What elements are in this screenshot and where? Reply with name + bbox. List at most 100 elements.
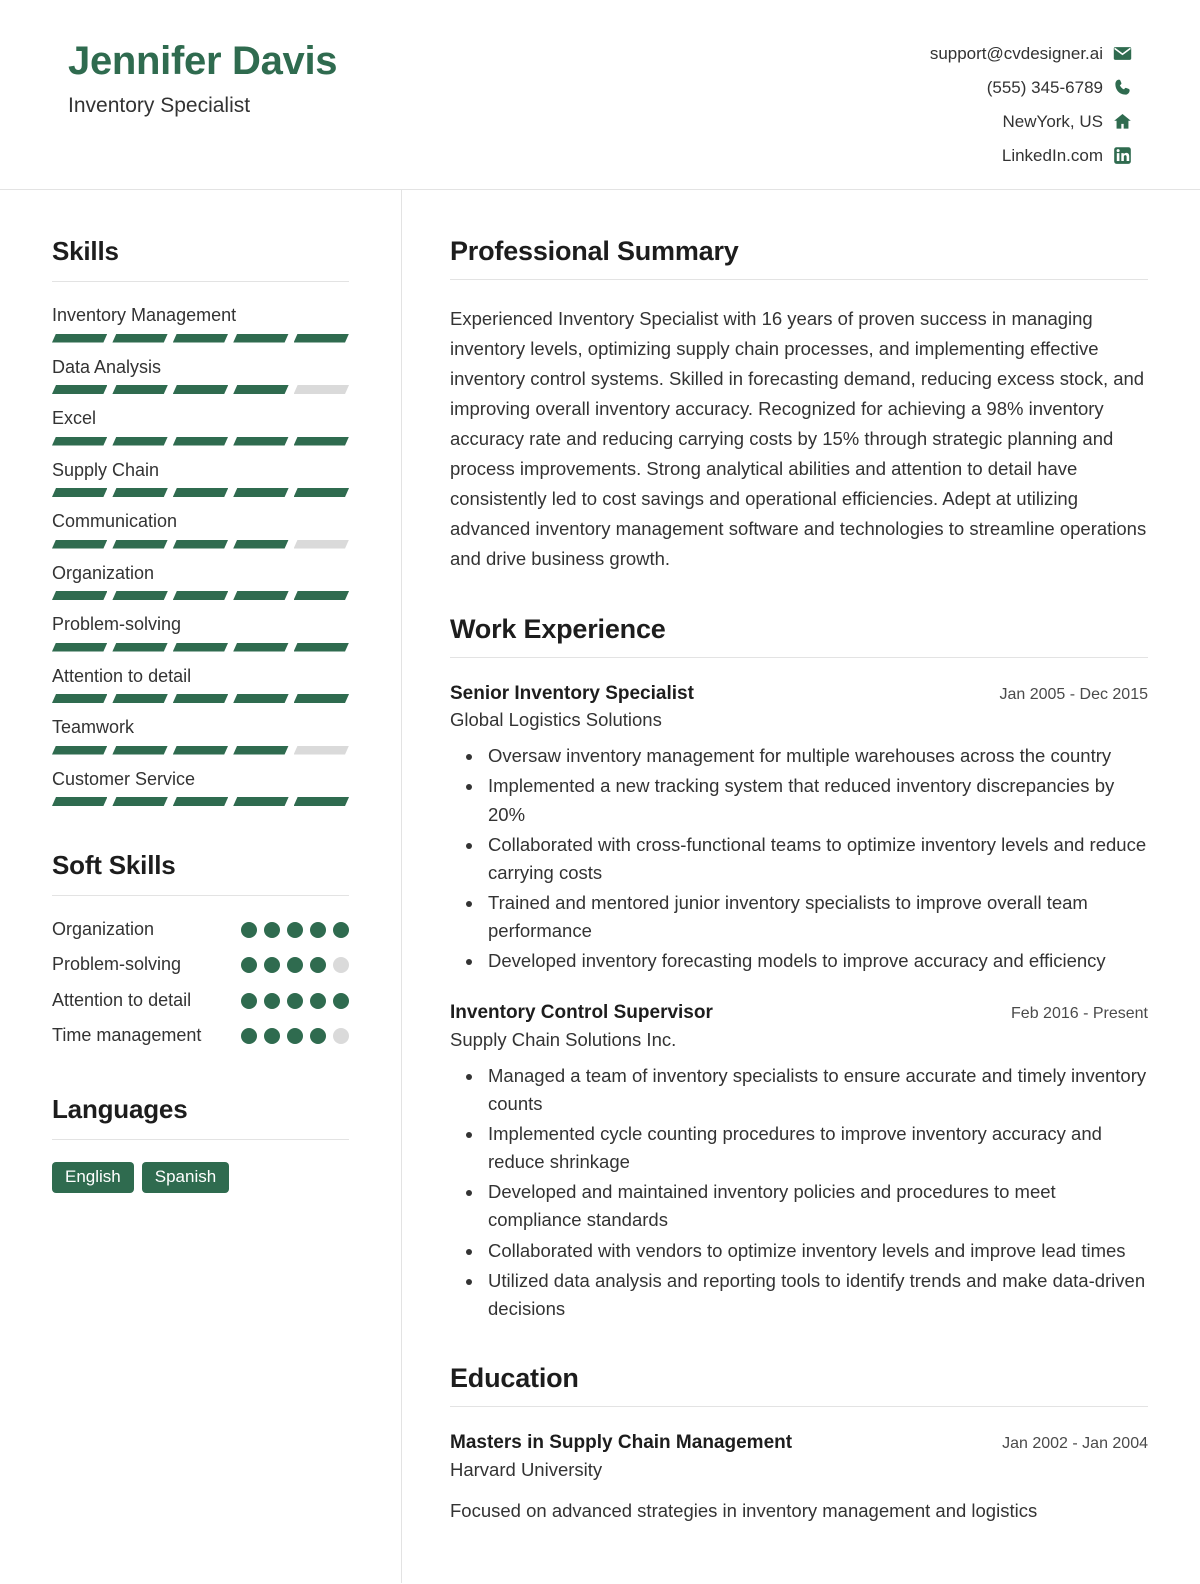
languages-divider [52, 1138, 349, 1140]
entry-organization: Global Logistics Solutions [450, 709, 662, 731]
main-content: Professional Summary Experienced Invento… [402, 190, 1200, 1583]
entry-bullet: Developed inventory forecasting models t… [484, 947, 1148, 975]
skills-list: Inventory Management Data Analysis Excel Su… [52, 304, 349, 806]
soft-skill-label: Organization [52, 919, 155, 939]
entry-date: Feb 2016 - Present [1011, 1005, 1148, 1023]
identity-block: Jennifer Davis Inventory Specialist [68, 38, 338, 118]
rating-dot [287, 992, 303, 1009]
skill-bar-segment [52, 746, 107, 755]
resume-page: Jennifer Davis Inventory Specialist supp… [0, 0, 1200, 1584]
contact-row[interactable]: support@cvdesigner.ai [930, 44, 1132, 63]
entry-bullet-list: Managed a team of inventory specialists … [450, 1062, 1148, 1323]
entry-bullet: Developed and maintained inventory polic… [484, 1178, 1148, 1234]
entry-description: Focused on advanced strategies in invent… [450, 1499, 1038, 1521]
skill-bar-segment [112, 385, 167, 394]
skill-item: Organization [52, 562, 349, 601]
contact-row[interactable]: NewYork, US [930, 112, 1132, 131]
soft-skills-divider [52, 895, 349, 896]
contact-list: support@cvdesigner.ai (555) 345-6789 NewYo… [930, 38, 1132, 165]
skill-item: Excel [52, 407, 349, 446]
contact-row[interactable]: LinkedIn.com [930, 146, 1132, 165]
language-pill: Spanish [141, 1161, 230, 1194]
skills-section: Skills Inventory Management Data Analysis… [52, 236, 349, 806]
skill-level-bar [52, 437, 349, 446]
skill-bar-segment [233, 334, 288, 343]
skill-bar-segment [52, 334, 107, 343]
skill-label: Problem-solving [52, 614, 182, 634]
skill-bar-segment [294, 694, 349, 703]
skill-bar-segment [294, 385, 349, 394]
skill-bar-segment [112, 334, 167, 343]
skill-item: Data Analysis [52, 356, 349, 395]
skill-bar-segment [112, 746, 167, 755]
rating-dot [241, 957, 257, 974]
skill-level-bar [52, 488, 349, 497]
skill-level-bar [52, 385, 349, 394]
candidate-role: Inventory Specialist [68, 94, 251, 117]
entry-bullet: Utilized data analysis and reporting too… [484, 1267, 1148, 1323]
soft-skill-label: Attention to detail [52, 989, 192, 1010]
soft-skill-item: Attention to detail [52, 989, 349, 1012]
skill-bar-segment [294, 797, 349, 806]
language-pill-list: English Spanish [52, 1161, 349, 1194]
skill-bar-segment [233, 591, 288, 600]
education-heading: Education [450, 1362, 579, 1393]
rating-dot [310, 957, 326, 974]
rating-dot [333, 992, 349, 1009]
skill-label: Inventory Management [52, 305, 237, 325]
skill-level-bar [52, 591, 349, 600]
skill-label: Organization [52, 562, 155, 583]
education-section: Education Masters in Supply Chain Manage… [450, 1363, 1148, 1524]
experience-entry: Inventory Control Supervisor Feb 2016 - P… [450, 1001, 1148, 1323]
rating-dot [264, 957, 280, 974]
candidate-name: Jennifer Davis [68, 39, 338, 83]
skill-bar-segment [294, 334, 349, 343]
skill-bar-segment [52, 591, 107, 600]
skill-bar-segment [233, 540, 288, 549]
skill-bar-segment [112, 694, 167, 703]
summary-section: Professional Summary Experienced Invento… [450, 236, 1148, 574]
sidebar: Skills Inventory Management Data Analysis… [0, 190, 402, 1583]
skill-bar-segment [233, 694, 288, 703]
entry-header: Inventory Control Supervisor Feb 2016 - P… [450, 1001, 1148, 1026]
languages-heading: Languages [52, 1093, 188, 1124]
linkedin-icon [1113, 146, 1132, 165]
summary-divider [450, 279, 1148, 280]
skill-bar-segment [294, 437, 349, 446]
experience-heading: Work Experience [450, 613, 666, 644]
skill-label: Customer Service [52, 768, 196, 789]
contact-value: (555) 345-6789 [986, 78, 1103, 97]
soft-skill-item: Organization [52, 918, 349, 941]
skill-bar-segment [173, 643, 228, 652]
contact-row[interactable]: (555) 345-6789 [930, 78, 1132, 97]
skill-bar-segment [173, 385, 228, 394]
skill-level-bar [52, 694, 349, 703]
rating-dot [264, 1028, 280, 1045]
skills-divider [52, 281, 349, 282]
contact-value: NewYork, US [1002, 112, 1103, 131]
entry-bullet: Implemented a new tracking system that r… [484, 772, 1148, 828]
language-pill: English [52, 1161, 134, 1194]
rating-dot [287, 1028, 303, 1045]
skill-label: Teamwork [52, 717, 135, 737]
experience-section: Work Experience Senior Inventory Special… [450, 614, 1148, 1323]
skill-level-bar [52, 334, 349, 343]
skill-bar-segment [173, 694, 228, 703]
skill-bar-segment [294, 488, 349, 497]
entry-bullet: Collaborated with vendors to optimize in… [484, 1237, 1148, 1265]
skill-item: Supply Chain [52, 459, 349, 498]
rating-dot [310, 922, 326, 938]
entry-title: Senior Inventory Specialist [450, 682, 694, 704]
skill-item: Problem-solving [52, 613, 349, 652]
home-icon [1113, 112, 1132, 131]
skill-bar-segment [233, 643, 288, 652]
skill-bar-segment [112, 540, 167, 549]
skill-bar-segment [233, 437, 288, 446]
soft-skill-item: Problem-solving [52, 953, 349, 976]
skill-bar-segment [233, 385, 288, 394]
experience-divider [450, 656, 1148, 658]
rating-dot [333, 1028, 349, 1045]
entry-header: Senior Inventory Specialist Jan 2005 - De… [450, 682, 1148, 707]
rating-dot [287, 957, 303, 974]
envelope-icon [1113, 44, 1132, 63]
